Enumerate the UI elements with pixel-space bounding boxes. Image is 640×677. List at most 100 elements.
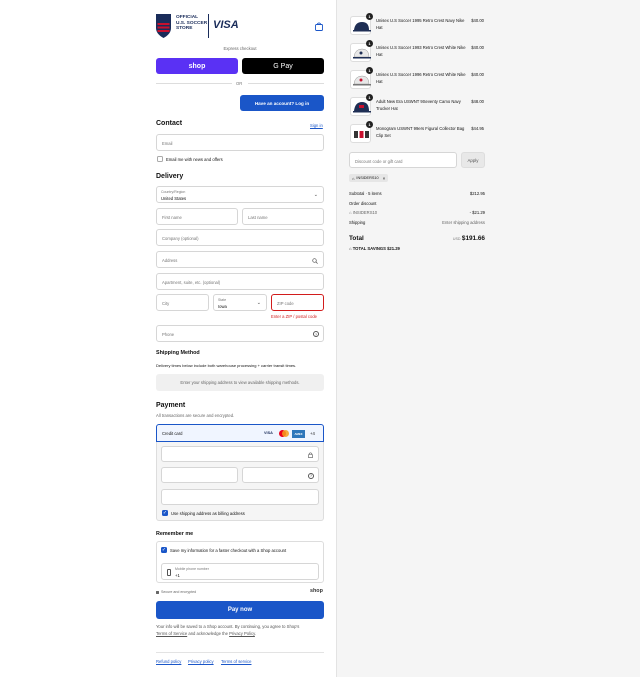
store-logo[interactable] — [156, 14, 171, 38]
card-number-field[interactable] — [161, 446, 319, 462]
subtotal-label: Subtotal · 5 items — [349, 191, 382, 196]
payment-heading: Payment — [156, 402, 186, 409]
apply-button[interactable]: Apply — [461, 152, 485, 168]
product-name: Adult New Era USWNT 9Seventy Camo Navy T… — [376, 99, 461, 111]
state-select[interactable]: State Iowa ⌄ — [213, 294, 267, 311]
help-icon[interactable]: ? — [313, 331, 319, 337]
country-label: Country/Region — [161, 189, 186, 194]
phone-placeholder: Phone — [162, 332, 175, 337]
quantity-badge: 1 — [366, 67, 373, 74]
legal-line: Your info will be saved to a Shop accoun… — [156, 624, 300, 629]
first-name-field[interactable]: First name — [156, 208, 238, 225]
news-checkbox[interactable] — [157, 156, 163, 162]
refund-policy-link[interactable]: Refund policy — [156, 659, 181, 664]
discount-code-field[interactable]: Discount code or gift card — [349, 152, 457, 168]
mobile-phone-field[interactable]: Mobile phone number +1 — [161, 563, 319, 580]
google-pay-button[interactable]: G Pay — [242, 58, 324, 74]
credit-card-option[interactable]: Credit card VISA AMEX +4 — [156, 424, 324, 442]
product-price: $40.00 — [471, 18, 484, 23]
visa-card-icon: VISA — [264, 431, 273, 435]
express-checkout-label: Express checkout — [223, 46, 257, 51]
address-placeholder: Address — [162, 258, 178, 263]
shipping-label: Shipping — [349, 220, 366, 225]
search-icon — [312, 257, 318, 264]
city-field[interactable]: City — [156, 294, 209, 311]
product-name: Unisex U.S Soccer 1995 Retro Crest Navy … — [376, 18, 465, 30]
name-on-card-field[interactable] — [161, 489, 319, 505]
discount-row: ⌂ INSIDERS10- $21.29 — [349, 210, 485, 215]
save-info-checkbox[interactable]: ✓ — [161, 547, 167, 553]
chevron-down-icon: ⌄ — [313, 192, 318, 198]
credit-card-label: Credit card — [162, 431, 183, 436]
or-divider-left — [156, 83, 232, 84]
crest-icon — [156, 14, 171, 38]
login-button[interactable]: Have an account? Log in — [240, 95, 324, 111]
order-discount-label: Order discount — [349, 201, 377, 206]
shop-logo: shop — [310, 588, 323, 594]
total-label: Total — [349, 235, 364, 242]
help-icon[interactable]: ? — [308, 472, 314, 479]
privacy-link[interactable]: Privacy Policy — [229, 631, 255, 636]
pay-now-button[interactable]: Pay now — [156, 601, 324, 619]
discount-placeholder: Discount code or gift card — [355, 158, 403, 164]
discount-tag: ⌂ INSIDERS10 × — [349, 174, 389, 182]
total-value-group: USD $191.66 — [430, 235, 485, 242]
discount-value: - $21.29 — [469, 210, 485, 215]
last-name-placeholder: Last name — [248, 215, 268, 220]
lock-icon — [156, 590, 159, 594]
payment-subtitle: All transactions are secure and encrypte… — [156, 413, 235, 418]
terms-link[interactable]: Terms of Service — [156, 631, 187, 636]
product-price: $44.95 — [471, 126, 484, 131]
billing-checkbox[interactable]: ✓ — [162, 510, 168, 516]
subtotal-row: Subtotal · 5 items $212.95 — [349, 191, 485, 196]
quantity-badge: 1 — [366, 121, 373, 128]
country-select[interactable]: Country/Region United States ⌄ — [156, 186, 324, 203]
or-label: OR — [236, 80, 243, 86]
state-value: Iowa — [218, 303, 227, 309]
mobile-phone-value: +1 — [175, 572, 180, 578]
close-icon[interactable]: × — [383, 176, 386, 181]
chevron-down-icon: ⌄ — [256, 300, 261, 306]
save-info-label: Save my information for a faster checkou… — [170, 547, 287, 553]
shipping-row: Shipping Enter shipping address — [349, 220, 485, 225]
subtotal-value: $212.95 — [469, 191, 485, 196]
discount-tag-code: INSIDERS10 — [356, 176, 379, 180]
delivery-heading: Delivery — [156, 173, 184, 180]
mastercard-icon — [279, 430, 289, 437]
product-price: $48.00 — [471, 99, 484, 104]
cart-icon[interactable] — [315, 22, 323, 33]
news-label: Email me with news and offers — [166, 156, 223, 162]
legal-text: Your info will be saved to a Shop accoun… — [156, 624, 324, 637]
shipping-note: Delivery times below include both wareho… — [156, 362, 297, 368]
product-price: $40.00 — [471, 45, 484, 50]
lock-icon — [308, 452, 313, 458]
email-field[interactable]: Email — [156, 134, 324, 151]
zip-field[interactable]: ZIP code — [271, 294, 324, 311]
zip-placeholder: ZIP code — [277, 301, 294, 306]
expiry-field[interactable] — [161, 467, 238, 483]
sign-in-link[interactable]: Sign in — [310, 123, 323, 128]
cvv-field[interactable]: ? — [242, 467, 319, 483]
address-field[interactable]: Address — [156, 251, 324, 268]
quantity-badge: 1 — [366, 94, 373, 101]
amex-icon: AMEX — [292, 429, 305, 438]
mobile-phone-label: Mobile phone number — [175, 566, 209, 571]
shop-pay-button[interactable]: shop — [156, 58, 238, 74]
terms-of-service-link[interactable]: Terms of service — [221, 659, 251, 664]
tag-icon: ⌂ — [352, 175, 355, 181]
more-cards-label: +4 — [310, 431, 315, 436]
phone-field[interactable]: Phone ? — [156, 325, 324, 342]
last-name-field[interactable]: Last name — [242, 208, 324, 225]
shipping-placeholder-text: Enter your shipping address to view avai… — [180, 380, 300, 385]
phone-icon — [167, 569, 171, 576]
contact-heading: Contact — [156, 120, 183, 127]
country-value: United States — [161, 195, 187, 201]
apartment-field[interactable]: Apartment, suite, etc. (optional) — [156, 273, 324, 290]
company-field[interactable]: Company (optional) — [156, 229, 324, 246]
visa-logo: VISA — [213, 19, 239, 31]
city-placeholder: City — [162, 301, 170, 306]
first-name-placeholder: First name — [162, 215, 182, 220]
email-placeholder: Email — [162, 141, 173, 146]
apartment-placeholder: Apartment, suite, etc. (optional) — [162, 280, 221, 285]
privacy-policy-link[interactable]: Privacy policy — [188, 659, 214, 664]
